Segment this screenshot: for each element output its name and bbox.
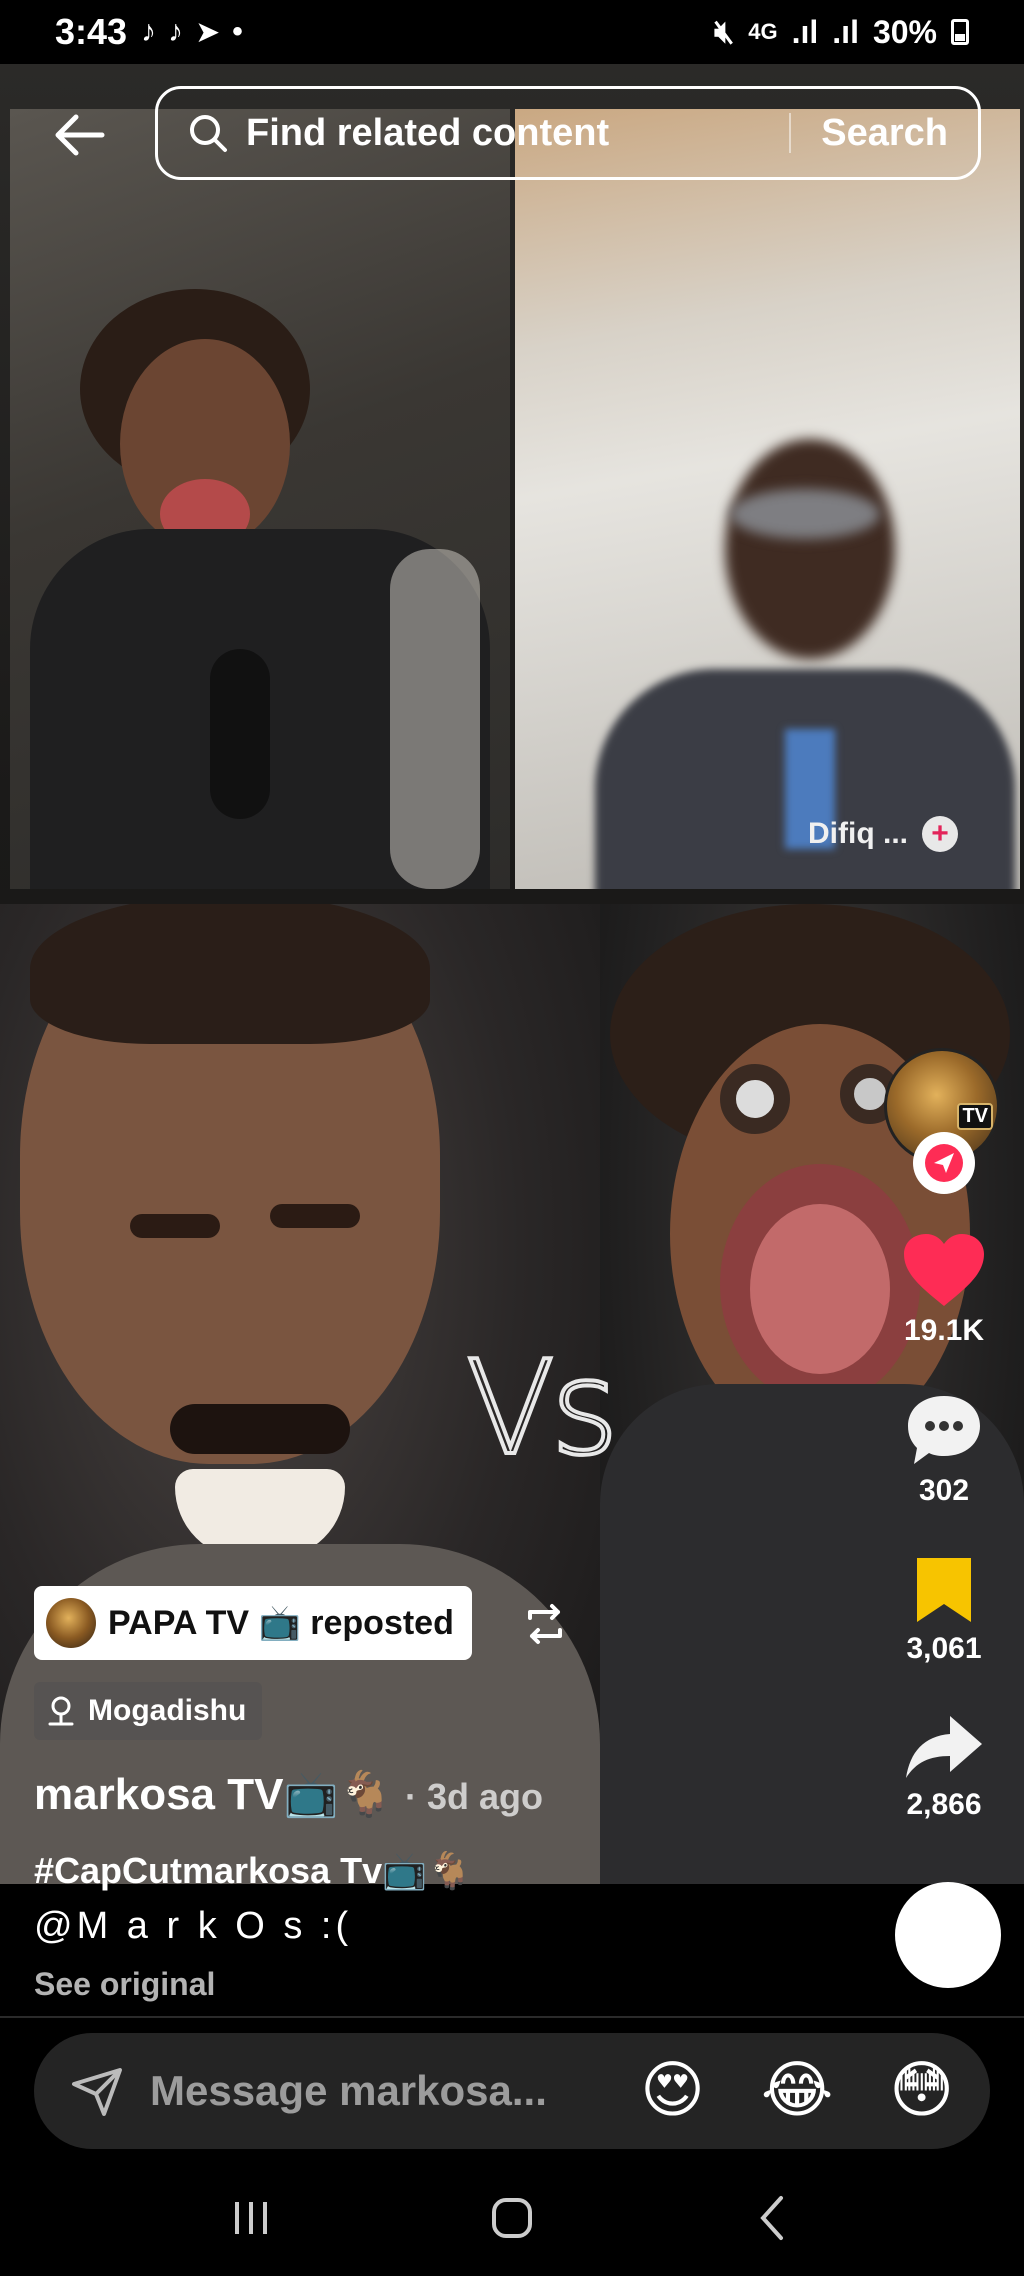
overlay-username-label: Difiq ...	[808, 817, 908, 850]
search-icon	[190, 115, 227, 152]
search-bar[interactable]: Find related content Search	[155, 86, 981, 180]
like-count: 19.1K	[903, 1314, 985, 1347]
share-count: 2,866	[906, 1788, 982, 1821]
post-time: · 3d ago	[405, 1776, 544, 1817]
back-button[interactable]	[50, 105, 110, 165]
follow-send-icon	[925, 1144, 963, 1182]
save-count: 3,061	[906, 1632, 982, 1665]
home-button[interactable]	[472, 2178, 552, 2258]
reposter-avatar	[46, 1598, 96, 1648]
follow-button[interactable]	[913, 1132, 975, 1194]
add-icon: +	[922, 816, 958, 852]
video-frame-top-left	[10, 109, 510, 889]
chevron-left-icon	[760, 2196, 784, 2240]
send-icon	[72, 2068, 122, 2116]
search-input[interactable]: Find related content	[246, 112, 789, 155]
repost-icon[interactable]	[520, 1602, 570, 1646]
tiktok-icon: ♪	[168, 15, 184, 48]
telegram-icon: ➤	[195, 15, 221, 49]
recent-apps-icon	[234, 2202, 267, 2234]
share-button[interactable]: 2,866	[884, 1712, 1004, 1822]
back-system-button[interactable]	[733, 2178, 813, 2258]
recent-apps-button[interactable]	[211, 2178, 291, 2258]
emoji-laughing-button[interactable]: 😂	[761, 2060, 833, 2122]
notification-icons: ♪ ♪ ➤ •	[141, 15, 243, 50]
save-button[interactable]: 3,061	[884, 1554, 1004, 1666]
back-arrow-icon	[55, 114, 105, 156]
overlay-username: Difiq ... +	[808, 816, 958, 852]
laughing-emoji-icon: 😂	[901, 1890, 995, 1979]
see-original-link[interactable]: See original	[34, 1966, 215, 2003]
dot-icon: •	[232, 15, 243, 48]
network-type: 4G	[748, 19, 778, 44]
signal-icon: .ıl	[832, 13, 859, 50]
system-nav-bar	[0, 2160, 1024, 2276]
mute-icon: 🔇︎	[714, 13, 735, 49]
location-pin-icon	[48, 1696, 74, 1726]
message-input[interactable]: Message markosa...	[150, 2067, 584, 2115]
divider	[0, 2016, 1024, 2018]
emoji-heart-eyes-button[interactable]: 😍	[640, 2060, 705, 2122]
location-tag[interactable]: Mogadishu	[34, 1682, 263, 1740]
share-arrow-icon	[906, 1716, 982, 1778]
battery-icon	[951, 19, 969, 45]
avatar-tv-badge: TV	[957, 1103, 993, 1130]
repost-badge[interactable]: PAPA TV 📺 reposted	[34, 1586, 472, 1660]
emoji-flushed-button[interactable]: 😳	[889, 2060, 954, 2122]
author-row: markosa TV📺🐐 · 3d ago	[34, 1768, 543, 1820]
like-button[interactable]: 19.1K	[884, 1232, 1004, 1348]
caption-hashtag[interactable]: #CapCutmarkosa Tv📺🐐	[34, 1850, 472, 1892]
tiktok-icon: ♪	[141, 15, 157, 48]
comment-button[interactable]: 302	[884, 1392, 1004, 1508]
vs-overlay-text: Vs	[464, 1330, 621, 1486]
bookmark-icon	[917, 1558, 971, 1622]
comment-count: 302	[918, 1474, 970, 1507]
search-button[interactable]: Search	[821, 112, 948, 155]
home-icon	[491, 2198, 532, 2238]
status-bar: 3:43 ♪ ♪ ➤ • 🔇︎ 4G .ıl .ıl 30%	[0, 0, 1024, 64]
repost-label: PAPA TV 📺 reposted	[108, 1604, 454, 1642]
caption-mention[interactable]: @M a r k O s :(	[34, 1905, 352, 1948]
author-username[interactable]: markosa TV📺🐐	[34, 1768, 393, 1820]
heart-icon	[904, 1234, 984, 1306]
search-divider	[789, 113, 792, 153]
location-label: Mogadishu	[88, 1694, 247, 1727]
sound-disc-button[interactable]: 😂	[895, 1882, 1001, 1988]
battery-level: 30%	[872, 13, 937, 50]
status-time: 3:43	[55, 11, 128, 52]
signal-icon: .ıl	[791, 13, 819, 50]
message-bar[interactable]: Message markosa... 😍 😂 😳	[34, 2033, 990, 2149]
comment-icon	[908, 1396, 980, 1464]
video-frame-top-right	[515, 109, 1020, 889]
